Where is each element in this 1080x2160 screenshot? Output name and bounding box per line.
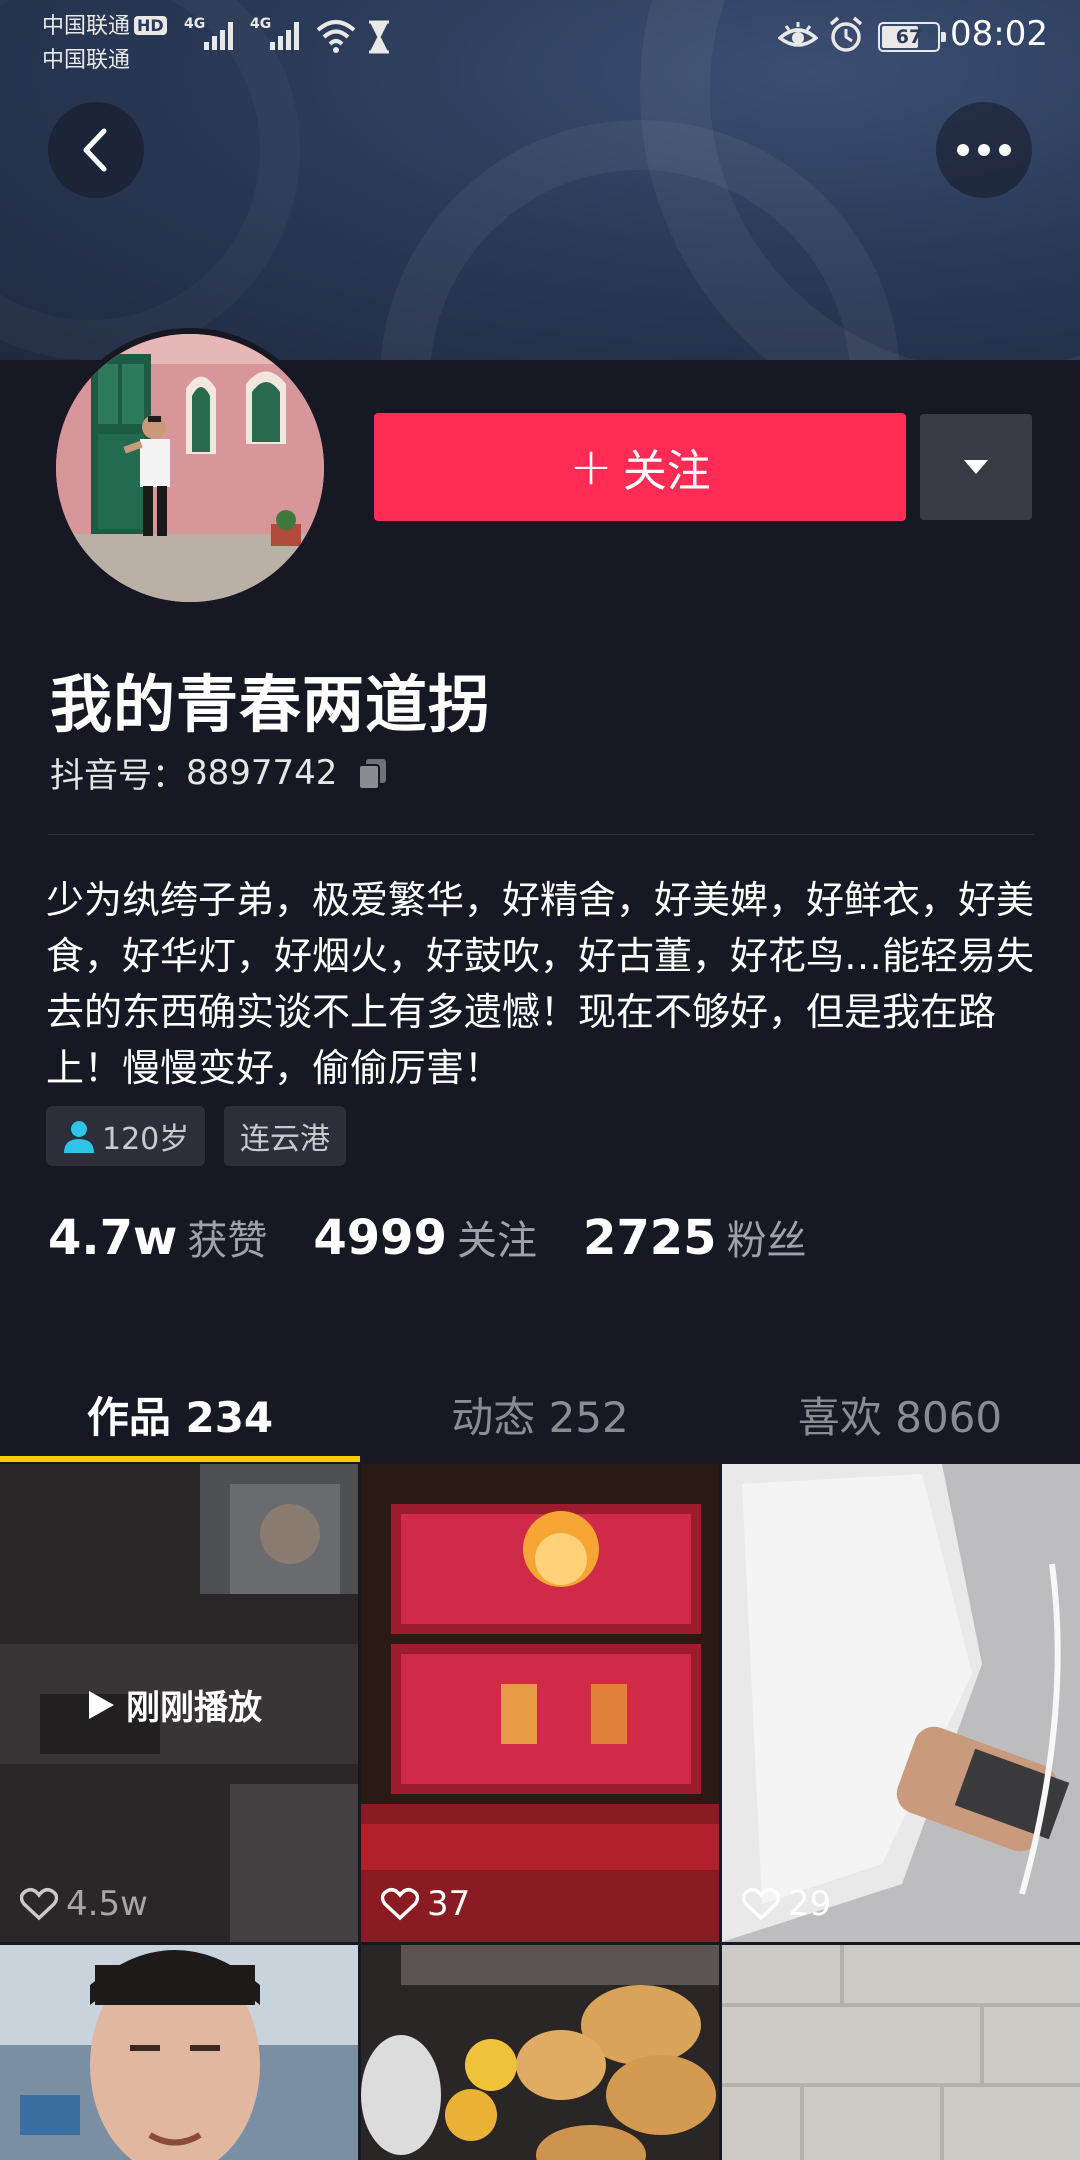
- tab-works[interactable]: 作品 234: [0, 1368, 360, 1462]
- profile-tabs: 作品 234 动态 252 喜欢 8060: [0, 1368, 1080, 1462]
- eye-icon: [778, 22, 818, 47]
- age-tag: 120岁: [46, 1106, 206, 1166]
- account-id: 8897742: [186, 752, 338, 793]
- battery-icon: 67: [878, 22, 946, 52]
- more-button[interactable]: [936, 102, 1032, 198]
- carrier-name: 中国联通 HD: [42, 8, 167, 40]
- avatar-photo: [56, 334, 324, 602]
- video-thumbnail[interactable]: [0, 1945, 358, 2160]
- video-thumbnail[interactable]: [361, 1945, 719, 2160]
- just-played-overlay: 刚刚播放: [86, 1680, 262, 1729]
- heart-icon: [381, 1887, 419, 1921]
- location-tag: 连云港: [224, 1106, 346, 1166]
- divider: [48, 834, 1034, 835]
- video-likes: 4.5w: [20, 1884, 148, 1924]
- followers-count[interactable]: 2725: [583, 1210, 717, 1266]
- video-thumbnail[interactable]: 29: [722, 1464, 1080, 1942]
- account-id-row: 抖音号： 8897742: [50, 748, 391, 797]
- likes-count: 4.7w: [48, 1210, 178, 1266]
- alarm-icon: [829, 16, 863, 52]
- caret-down-icon: [964, 460, 988, 474]
- follow-label: 关注: [622, 446, 711, 497]
- video-grid: 刚刚播放 4.5w 37 29: [0, 1464, 1080, 2160]
- heart-icon: [20, 1887, 58, 1921]
- avatar[interactable]: [50, 328, 330, 608]
- status-bar: 中国联通 HD 中国联通 4G 4G 67 08:02: [0, 0, 1080, 80]
- video-thumbnail[interactable]: 37: [361, 1464, 719, 1942]
- video-thumbnail[interactable]: [722, 1945, 1080, 2160]
- video-thumbnail[interactable]: 刚刚播放 4.5w: [0, 1464, 358, 1942]
- video-likes-count: 29: [788, 1884, 832, 1924]
- recommend-dropdown-button[interactable]: [920, 414, 1032, 520]
- video-likes: 37: [381, 1884, 470, 1924]
- video-thumbnail-image: [0, 1945, 358, 2160]
- account-id-label: 抖音号：: [50, 756, 186, 796]
- follow-button[interactable]: + 关注: [374, 413, 906, 521]
- hourglass-icon: [369, 20, 389, 54]
- video-likes-count: 37: [427, 1884, 471, 1924]
- heart-icon: [742, 1887, 780, 1921]
- profile-nickname: 我的青春两道拐: [50, 668, 492, 741]
- video-thumbnail-image: [361, 1945, 719, 2160]
- plus-icon: +: [569, 437, 613, 497]
- hd-badge: HD: [134, 16, 167, 35]
- just-played-label: 刚刚播放: [126, 1688, 262, 1728]
- wifi-icon: [316, 20, 356, 53]
- video-thumbnail-image: [361, 1464, 719, 1942]
- video-thumbnail-image: [722, 1464, 1080, 1942]
- more-horizontal-icon: [957, 144, 1011, 156]
- age-label: 120岁: [102, 1122, 190, 1157]
- copy-icon[interactable]: [355, 755, 391, 791]
- tab-likes[interactable]: 喜欢 8060: [720, 1368, 1080, 1460]
- status-time: 08:02: [950, 14, 1048, 54]
- following-count[interactable]: 4999: [313, 1210, 447, 1266]
- person-icon: [64, 1121, 94, 1153]
- signal-icon-secondary: 4G: [250, 14, 306, 54]
- video-thumbnail-image: [722, 1945, 1080, 2160]
- location-label: 连云港: [240, 1122, 330, 1157]
- likes-label: 获赞: [187, 1218, 268, 1264]
- following-label[interactable]: 关注: [457, 1208, 537, 1266]
- followers-label[interactable]: 粉丝: [727, 1208, 807, 1266]
- play-icon: [89, 1690, 114, 1719]
- video-likes: 29: [742, 1884, 831, 1924]
- back-button[interactable]: [48, 102, 144, 198]
- carrier-name-secondary: 中国联通: [42, 48, 131, 73]
- chevron-left-icon: [83, 128, 107, 172]
- tab-moments[interactable]: 动态 252: [360, 1368, 720, 1460]
- video-likes-count: 4.5w: [66, 1884, 148, 1924]
- profile-stats: 4.7w 获赞 4999 关注 2725 粉丝: [48, 1208, 853, 1266]
- profile-bio: 少为纨绔子弟，极爱繁华，好精舍，好美婢，好鲜衣，好美食，好华灯，好烟火，好鼓吹，…: [46, 878, 1035, 1090]
- signal-icon: 4G: [184, 14, 240, 54]
